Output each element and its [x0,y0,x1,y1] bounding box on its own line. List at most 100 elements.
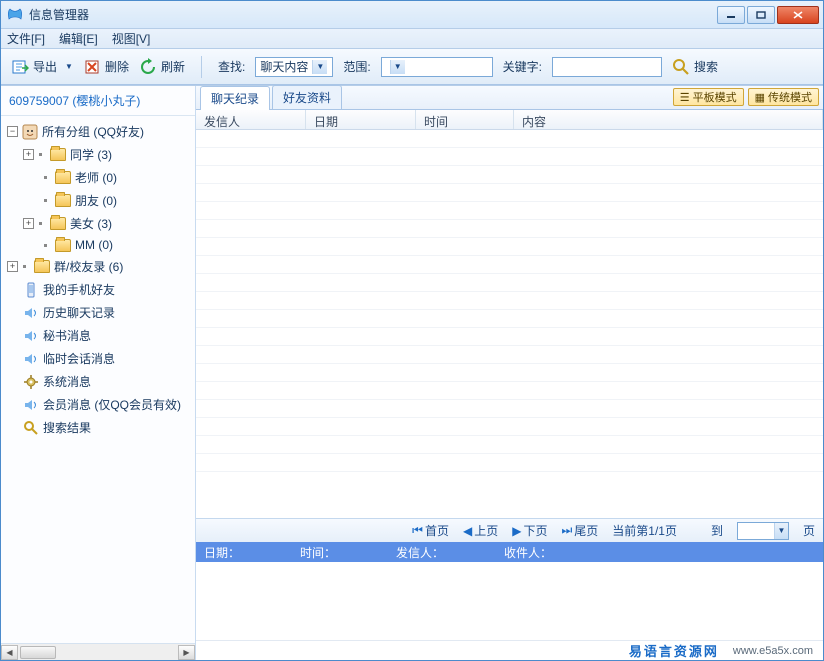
flat-mode-button[interactable]: ☰平板模式 [673,88,744,106]
refresh-button[interactable]: 刷新 [139,58,185,76]
first-page-button[interactable]: ⏮首页 [412,522,449,539]
col-content[interactable]: 内容 [514,110,823,129]
table-row[interactable] [196,238,823,256]
pager-label: 下页 [523,522,547,539]
refresh-label: 刷新 [161,58,185,75]
table-row[interactable] [196,382,823,400]
table-row[interactable] [196,328,823,346]
next-icon: ▶ [512,524,521,538]
detail-time-label: 时间： [300,544,336,561]
table-row[interactable] [196,256,823,274]
table-row[interactable] [196,436,823,454]
scroll-right-icon[interactable]: ▶ [178,645,195,660]
tree-node-all-groups[interactable]: − 所有分组 (QQ好友) [3,120,193,143]
search-icon [672,58,690,76]
table-row[interactable] [196,166,823,184]
scroll-thumb[interactable] [20,646,56,659]
tree-node-mm[interactable]: MM (0) [3,235,193,255]
window-title: 信息管理器 [29,6,717,23]
keyword-input[interactable] [552,57,662,77]
page-suffix: 页 [803,522,815,539]
menu-edit[interactable]: 编辑[E] [59,30,98,47]
pager-label: 首页 [425,522,449,539]
tree-node-search[interactable]: 搜索结果 [3,416,193,439]
col-time[interactable]: 时间 [416,110,514,129]
gear-icon [23,374,39,390]
tree-node-teachers[interactable]: 老师 (0) [3,166,193,189]
tree-node-groups[interactable]: +群/校友录 (6) [3,255,193,278]
account-label: 609759007 (樱桃小丸子) [1,86,195,116]
find-label: 查找: [218,58,245,75]
tree-node-member[interactable]: 会员消息 (仅QQ会员有效) [3,393,193,416]
first-icon: ⏮ [412,523,423,538]
tree-node-classmates[interactable]: + 同学 (3) [3,143,193,166]
layout-icon: ▦ [755,91,765,104]
collapse-icon[interactable]: − [7,126,18,137]
next-page-button[interactable]: ▶下页 [512,522,547,539]
speaker-icon [23,328,39,344]
delete-button[interactable]: 删除 [83,58,129,76]
tree-node-history[interactable]: 历史聊天记录 [3,301,193,324]
brand-text: 易语言资源网 [629,641,719,660]
table-row[interactable] [196,454,823,472]
tree-node-friends[interactable]: 朋友 (0) [3,189,193,212]
table-row[interactable] [196,274,823,292]
tree-label: 同学 (3) [70,146,112,163]
tab-info[interactable]: 好友资料 [272,85,342,109]
scroll-left-icon[interactable]: ◀ [1,645,18,660]
tree-node-secretary[interactable]: 秘书消息 [3,324,193,347]
main-panel: 聊天纪录 好友资料 ☰平板模式 ▦传统模式 发信人 日期 时间 内容 ⏮首页 ◀… [196,86,823,660]
tree-node-system[interactable]: 系统消息 [3,370,193,393]
tree-label: 朋友 (0) [75,192,117,209]
table-row[interactable] [196,364,823,382]
search-label: 搜索 [694,58,718,75]
table-row[interactable] [196,418,823,436]
table-row[interactable] [196,202,823,220]
table-row[interactable] [196,400,823,418]
table-row[interactable] [196,220,823,238]
tree-node-temp[interactable]: 临时会话消息 [3,347,193,370]
expand-icon[interactable]: + [7,261,18,272]
goto-page-input[interactable]: ▼ [737,522,789,540]
table-row[interactable] [196,130,823,148]
tree-label: MM (0) [75,238,113,252]
export-dropdown-icon[interactable]: ▼ [65,62,73,71]
minimize-button[interactable] [717,6,745,24]
sidebar-scrollbar[interactable]: ◀ ▶ [1,643,195,660]
tree-node-mobile[interactable]: 我的手机好友 [3,278,193,301]
close-button[interactable] [777,6,819,24]
table-row[interactable] [196,184,823,202]
prev-page-button[interactable]: ◀上页 [463,522,498,539]
export-button[interactable]: 导出 ▼ [11,58,73,76]
goto-label: 到 [711,522,723,539]
chevron-down-icon: ▼ [390,60,405,74]
keyword-label: 关键字: [503,58,542,75]
scroll-track[interactable] [18,645,178,660]
tree-node-beauty[interactable]: +美女 (3) [3,212,193,235]
table-row[interactable] [196,148,823,166]
find-value: 聊天内容 [260,58,308,75]
sidebar: 609759007 (樱桃小丸子) − 所有分组 (QQ好友) +同学 (3) … [1,86,196,660]
menu-view[interactable]: 视图[V] [112,30,151,47]
export-icon [11,58,29,76]
table-row[interactable] [196,292,823,310]
brand-url: www.e5a5x.com [733,645,813,657]
expand-icon[interactable]: + [23,218,34,229]
table-row[interactable] [196,346,823,364]
page-status: 当前第1/1页 [612,522,677,539]
tab-chat[interactable]: 聊天纪录 [200,86,270,110]
last-page-button[interactable]: ⏭尾页 [561,522,598,539]
mode-label: 传统模式 [768,89,812,105]
find-select[interactable]: 聊天内容 ▼ [255,57,333,77]
col-date[interactable]: 日期 [306,110,416,129]
menu-file[interactable]: 文件[F] [7,30,45,47]
table-row[interactable] [196,310,823,328]
maximize-button[interactable] [747,6,775,24]
classic-mode-button[interactable]: ▦传统模式 [748,88,819,106]
range-select[interactable]: ▼ [381,57,493,77]
detail-date-label: 日期： [204,544,240,561]
expand-icon[interactable]: + [23,149,34,160]
search-button[interactable]: 搜索 [672,58,718,76]
col-sender[interactable]: 发信人 [196,110,306,129]
tab-row: 聊天纪录 好友资料 ☰平板模式 ▦传统模式 [196,86,823,110]
